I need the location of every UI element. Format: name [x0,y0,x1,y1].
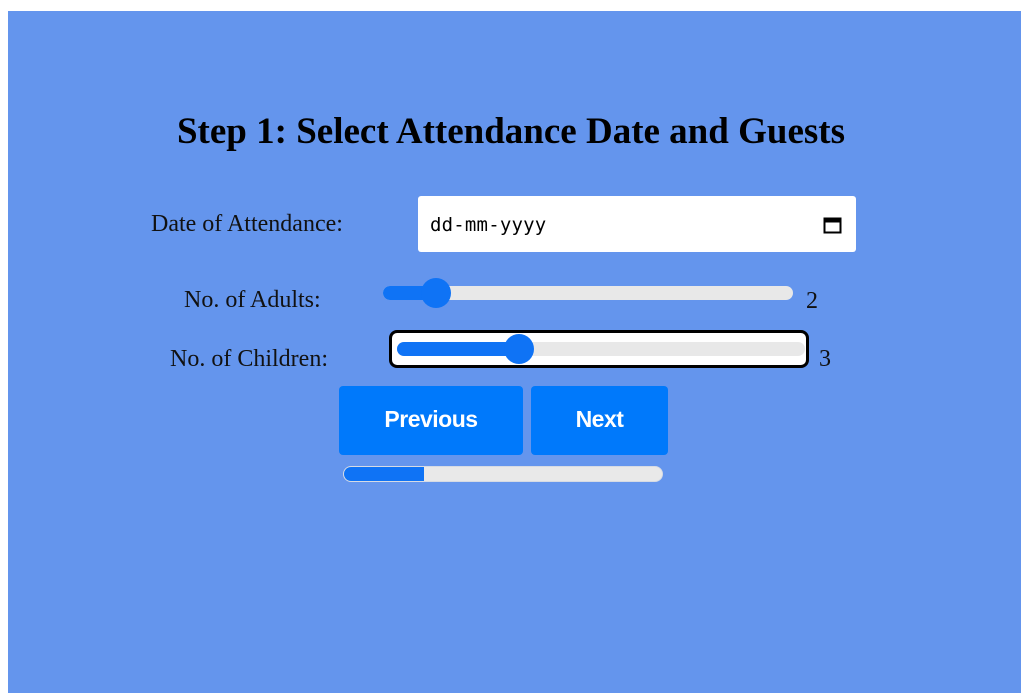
progress-bar-fill [344,467,424,481]
children-value: 3 [819,346,831,372]
children-slider[interactable] [397,334,805,364]
children-label: No. of Children: [170,346,328,372]
adults-value: 2 [806,288,818,314]
adults-slider-thumb[interactable] [421,278,452,308]
page-title: Step 1: Select Attendance Date and Guest… [176,111,845,152]
children-slider-fill [397,342,520,356]
date-field[interactable]: dd-mm-yyyy [418,196,856,252]
calendar-icon[interactable] [823,216,842,234]
page-container: Step 1: Select Attendance Date and Guest… [8,11,1021,693]
progress-bar [343,466,663,482]
date-placeholder: dd-mm-yyyy [430,214,547,236]
previous-button[interactable]: Previous [339,386,523,455]
adults-slider[interactable] [383,278,793,308]
next-button[interactable]: Next [531,386,668,455]
date-label: Date of Attendance: [151,211,343,237]
adults-label: No. of Adults: [184,287,321,313]
